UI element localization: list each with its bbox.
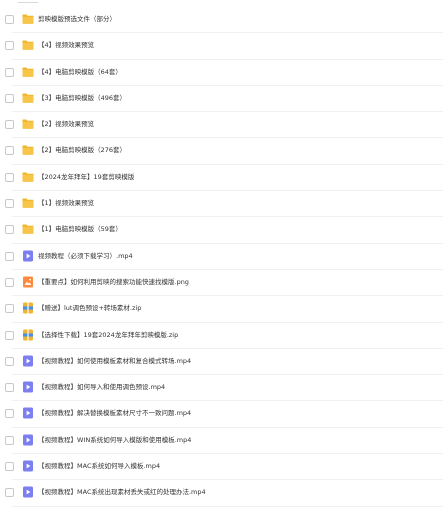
row-checkbox[interactable] xyxy=(5,462,14,472)
video-file-icon xyxy=(22,381,34,393)
row-checkbox[interactable] xyxy=(5,93,14,103)
file-name[interactable]: 【2024龙年拜年】19套剪映模版 xyxy=(38,171,134,183)
file-row[interactable]: 视频教程（必须下载学习）.mp4 xyxy=(0,244,443,271)
archive-file-icon xyxy=(22,329,34,341)
file-row[interactable]: 【视频教程】解决替换模板素材尺寸不一致问题.mp4 xyxy=(0,401,443,429)
folder-icon xyxy=(22,13,34,25)
file-row[interactable]: 【4】视频效果预览 xyxy=(0,33,443,60)
video-file-icon xyxy=(22,250,34,262)
row-checkbox[interactable] xyxy=(5,225,14,235)
file-row[interactable]: 【选择性下载】19套2024龙年拜年剪映模版.zip xyxy=(0,323,443,350)
folder-icon xyxy=(22,223,34,235)
file-row[interactable]: 【视频教程】WIN系统如何导入模版和使用模板.mp4 xyxy=(0,428,443,455)
file-name[interactable]: 【视频教程】如何导入和使用调色预设.mp4 xyxy=(38,381,165,393)
file-row[interactable]: 【2】视频效果预览 xyxy=(0,112,443,139)
row-checkbox[interactable] xyxy=(5,251,14,261)
video-file-icon xyxy=(22,486,34,498)
cropped-header-fragment xyxy=(18,0,38,3)
row-checkbox[interactable] xyxy=(5,435,14,445)
row-checkbox[interactable] xyxy=(5,488,14,498)
row-checkbox[interactable] xyxy=(5,277,14,287)
file-name[interactable]: 剪映模版预选文件（部分） xyxy=(38,13,116,25)
video-file-icon xyxy=(22,407,34,419)
row-checkbox[interactable] xyxy=(5,67,14,77)
file-list: 剪映模版预选文件（部分） 【4】视频效果预览 【4】电脑剪映模版（64套） 【3… xyxy=(0,7,443,507)
file-name[interactable]: 【1】视频效果预览 xyxy=(38,197,94,209)
file-name[interactable]: 【4】电脑剪映模版（64套） xyxy=(38,66,122,78)
row-checkbox[interactable] xyxy=(5,172,14,182)
file-row[interactable]: 【视频教程】MAC系统出现素材丢失或红的处理办法.mp4 xyxy=(0,480,443,507)
archive-file-icon xyxy=(22,302,34,314)
file-row[interactable]: 【视频教程】如何使用模板素材和复合模式转场.mp4 xyxy=(0,349,443,376)
file-name[interactable]: 【视频教程】如何使用模板素材和复合模式转场.mp4 xyxy=(38,355,191,367)
video-file-icon xyxy=(22,355,34,367)
file-row[interactable]: 【视频教程】MAC系统如何导入模板.mp4 xyxy=(0,454,443,481)
file-name[interactable]: 【选择性下载】19套2024龙年拜年剪映模版.zip xyxy=(38,329,178,341)
file-row[interactable]: 【视频教程】如何导入和使用调色预设.mp4 xyxy=(0,375,443,402)
file-row[interactable]: 【赠送】lut调色预设+转场素材.zip xyxy=(0,296,443,323)
video-file-icon xyxy=(22,434,34,446)
row-checkbox[interactable] xyxy=(5,146,14,156)
file-row[interactable]: 【2】电脑剪映模版（276套） xyxy=(0,138,443,166)
file-name[interactable]: 【1】电脑剪映模版（59套） xyxy=(38,223,122,235)
file-row[interactable]: 【3】电脑剪映模版（496套） xyxy=(0,86,443,113)
folder-icon xyxy=(22,66,34,78)
folder-icon xyxy=(22,92,34,104)
file-name[interactable]: 【视频教程】MAC系统如何导入模板.mp4 xyxy=(38,460,160,472)
file-row[interactable]: 【1】电脑剪映模版（59套） xyxy=(0,217,443,244)
row-checkbox[interactable] xyxy=(5,383,14,393)
row-checkbox[interactable] xyxy=(5,199,14,209)
file-name[interactable]: 【视频教程】解决替换模板素材尺寸不一致问题.mp4 xyxy=(38,407,191,419)
top-strip xyxy=(0,0,443,4)
file-row[interactable]: 【重要点】如何利用剪映的搜索功能快速找模版.png xyxy=(0,270,443,297)
file-name[interactable]: 【重要点】如何利用剪映的搜索功能快速找模版.png xyxy=(38,276,189,288)
file-name[interactable]: 【2】视频效果预览 xyxy=(38,118,94,130)
folder-icon xyxy=(22,144,34,156)
folder-icon xyxy=(22,171,34,183)
file-name[interactable]: 【4】视频效果预览 xyxy=(38,39,94,51)
file-name[interactable]: 【视频教程】MAC系统出现素材丢失或红的处理办法.mp4 xyxy=(38,486,206,498)
file-row[interactable]: 【1】视频效果预览 xyxy=(0,191,443,218)
row-checkbox[interactable] xyxy=(5,409,14,419)
folder-icon xyxy=(22,197,34,209)
image-file-icon xyxy=(22,276,34,288)
row-checkbox[interactable] xyxy=(5,15,14,24)
row-checkbox[interactable] xyxy=(5,356,14,366)
file-row[interactable]: 剪映模版预选文件（部分） xyxy=(0,7,443,34)
row-checkbox[interactable] xyxy=(5,120,14,130)
file-row[interactable]: 【2024龙年拜年】19套剪映模版 xyxy=(0,165,443,192)
file-name[interactable]: 【2】电脑剪映模版（276套） xyxy=(38,144,126,156)
row-checkbox[interactable] xyxy=(5,41,14,51)
file-name[interactable]: 【赠送】lut调色预设+转场素材.zip xyxy=(38,302,141,314)
folder-icon xyxy=(22,39,34,51)
file-name[interactable]: 【3】电脑剪映模版（496套） xyxy=(38,92,126,104)
file-name[interactable]: 视频教程（必须下载学习）.mp4 xyxy=(38,250,133,262)
video-file-icon xyxy=(22,460,34,472)
row-checkbox[interactable] xyxy=(5,330,14,340)
row-checkbox[interactable] xyxy=(5,304,14,314)
folder-icon xyxy=(22,118,34,130)
file-name[interactable]: 【视频教程】WIN系统如何导入模版和使用模板.mp4 xyxy=(38,434,191,446)
file-row[interactable]: 【4】电脑剪映模版（64套） xyxy=(0,60,443,87)
